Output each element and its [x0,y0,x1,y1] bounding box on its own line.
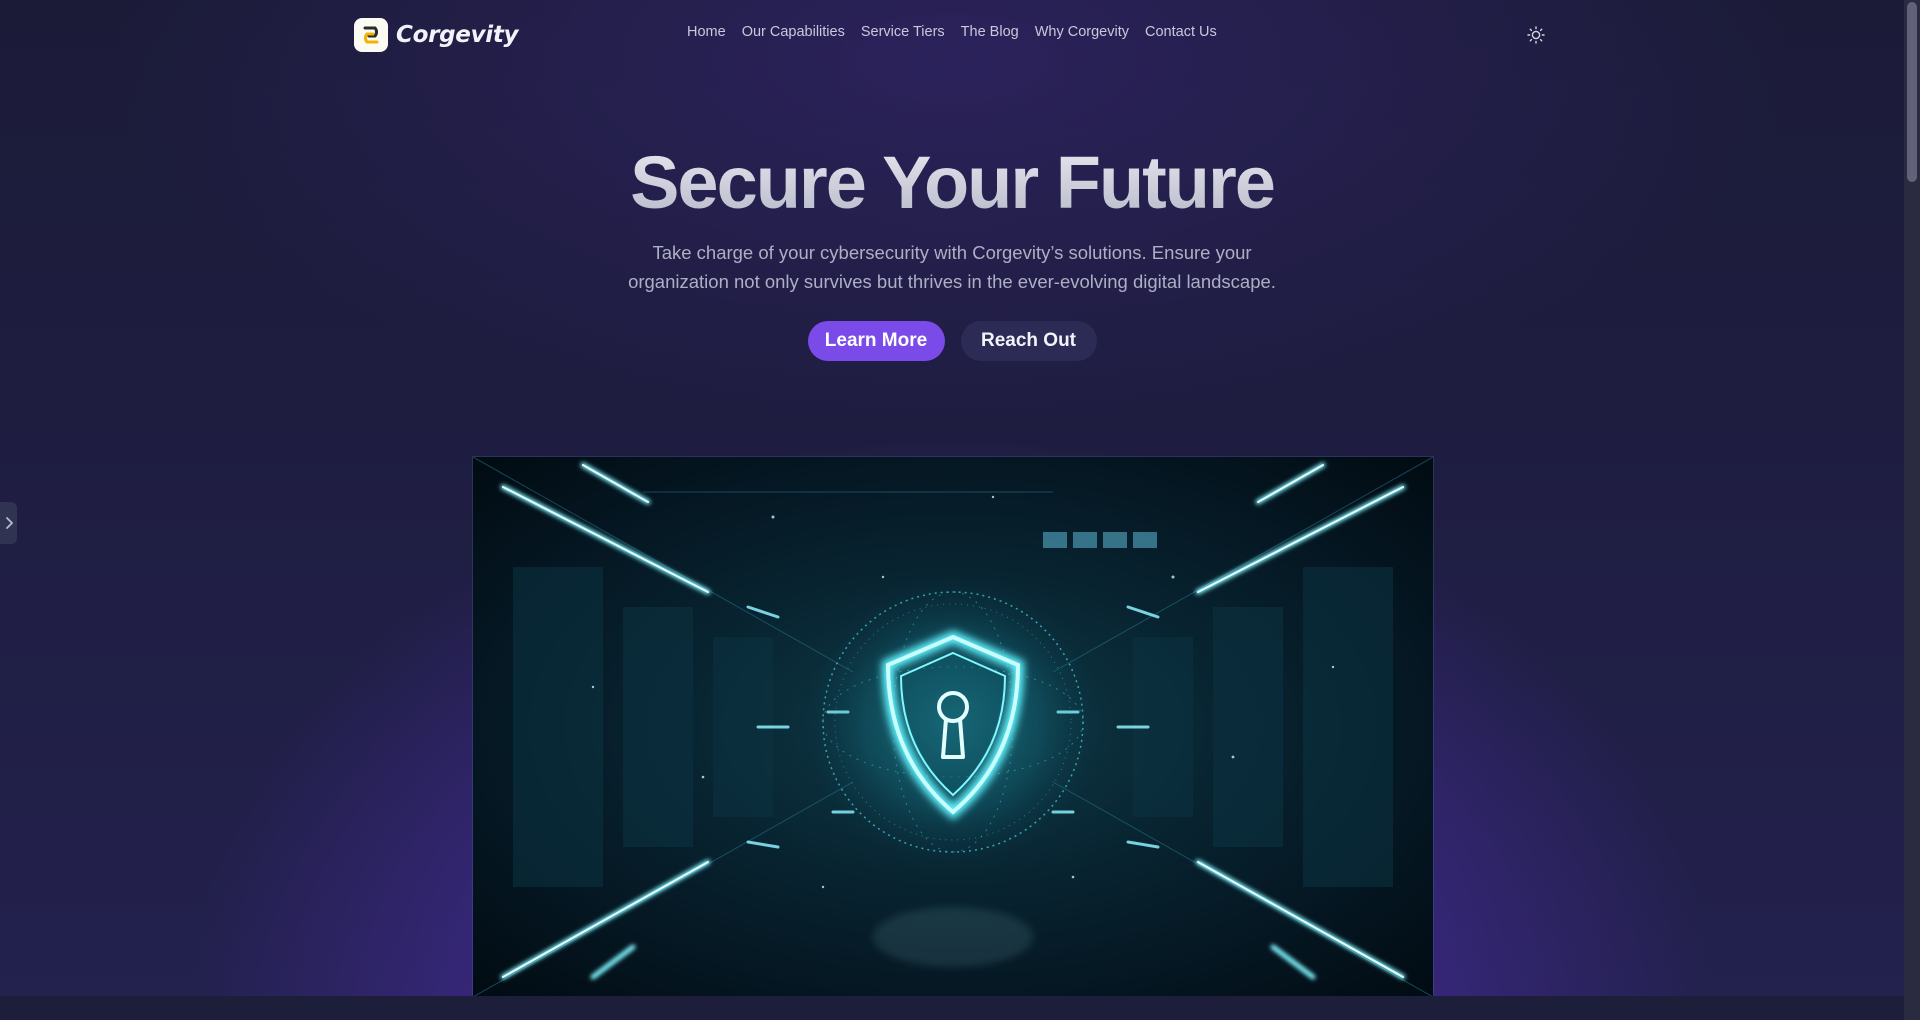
nav-item-contact-us[interactable]: Contact Us [1137,24,1225,40]
nav-item-why-corgevity[interactable]: Why Corgevity [1027,24,1137,40]
sun-icon [1527,26,1545,44]
corgevity-logo-icon [354,18,388,52]
brand-name: Corgevity [396,22,519,48]
hero-cta-row: Learn More Reach Out [0,321,1904,361]
site-header: Corgevity Home Our Capabilities Service … [354,16,1550,54]
hero-title: Secure Your Future [0,140,1904,225]
chevron-right-icon [5,517,13,529]
hero-subtitle: Take charge of your cybersecurity with C… [628,242,1276,292]
section-divider [0,996,1904,1020]
nav-item-our-capabilities[interactable]: Our Capabilities [734,24,853,40]
nav-item-service-tiers[interactable]: Service Tiers [853,24,953,40]
theme-toggle-button[interactable] [1526,25,1546,45]
security-shield-lock-image [473,457,1433,997]
reach-out-button[interactable]: Reach Out [960,321,1097,361]
nav-item-the-blog[interactable]: The Blog [953,24,1027,40]
nav-item-home[interactable]: Home [679,24,734,40]
brand-logo[interactable]: Corgevity [354,18,519,52]
page-scrollbar[interactable] [1904,0,1920,1020]
page: Corgevity Home Our Capabilities Service … [0,0,1904,1020]
side-panel-toggle[interactable] [0,502,17,544]
main-nav: Home Our Capabilities Service Tiers The … [679,24,1225,40]
learn-more-button[interactable]: Learn More [807,321,945,361]
scrollbar-thumb[interactable] [1907,2,1917,182]
